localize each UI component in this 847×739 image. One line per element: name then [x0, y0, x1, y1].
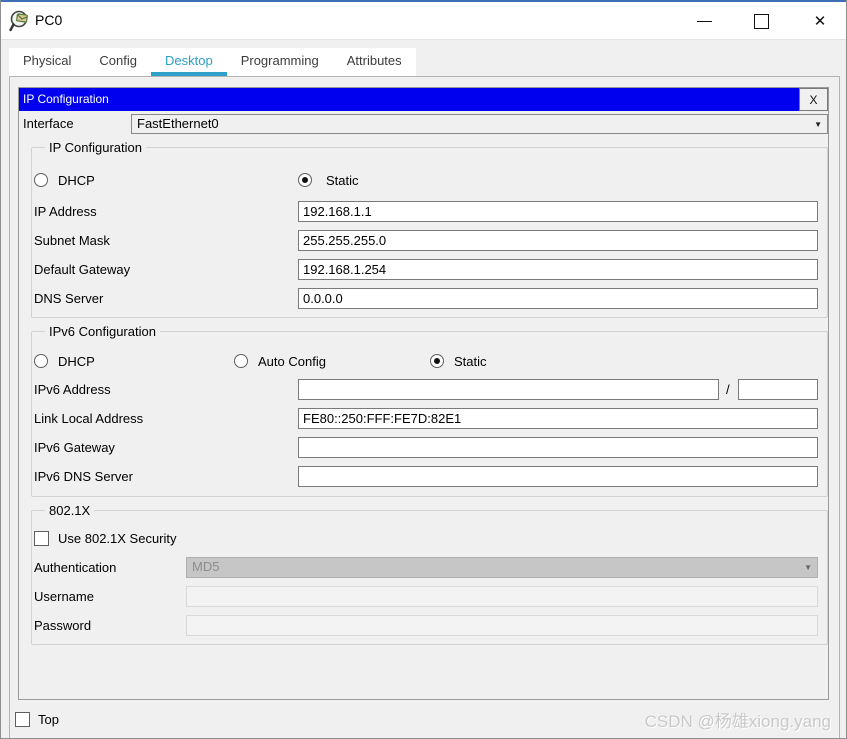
tab-config[interactable]: Config — [85, 48, 151, 76]
ipv6-prefix-input[interactable] — [738, 379, 818, 400]
default-gateway-label: Default Gateway — [34, 262, 131, 277]
use-8021x-security-label[interactable]: Use 802.1X Security — [58, 531, 177, 547]
packet-tracer-app-icon — [9, 10, 28, 32]
ipv6-address-input[interactable] — [298, 379, 719, 400]
ipv6-autoconfig-radio[interactable] — [234, 354, 248, 368]
link-local-address-input[interactable] — [298, 408, 818, 429]
password-input — [186, 615, 818, 636]
interface-dropdown[interactable]: FastEthernet0 ▼ — [131, 114, 828, 134]
password-label: Password — [34, 618, 92, 633]
authentication-label: Authentication — [34, 560, 117, 575]
dns-server-label: DNS Server — [34, 291, 104, 306]
ipv6-dhcp-radio-label[interactable]: DHCP — [58, 354, 95, 370]
close-icon: ✕ — [813, 13, 827, 30]
subnet-mask-input[interactable] — [298, 230, 818, 251]
link-local-address-label: Link Local Address — [34, 411, 144, 426]
top-checkbox[interactable] — [15, 712, 30, 727]
ipv4-group-legend: IP Configuration — [45, 140, 146, 156]
ipv6-gateway-input[interactable] — [298, 437, 818, 458]
csdn-watermark: CSDN @杨雄xiong.yang — [644, 712, 831, 731]
tab-bar: Physical Config Desktop Programming Attr… — [9, 48, 416, 76]
ipv6-static-radio-label[interactable]: Static — [454, 354, 487, 370]
ipv4-dhcp-radio-label[interactable]: DHCP — [58, 173, 95, 189]
ipv4-dhcp-radio[interactable] — [34, 173, 48, 187]
tab-physical[interactable]: Physical — [9, 48, 86, 76]
chevron-down-icon: ▼ — [814, 120, 822, 129]
titlebar: PC0 ✕ — [1, 2, 846, 40]
top-checkbox-label[interactable]: Top — [38, 712, 59, 728]
dialog-header: IP Configuration X — [19, 88, 828, 111]
ipv6-gateway-label: IPv6 Gateway — [34, 440, 115, 455]
username-label: Username — [34, 589, 94, 604]
ip-address-input[interactable] — [298, 201, 818, 222]
maximize-icon — [753, 13, 769, 29]
maximize-button[interactable] — [742, 6, 780, 36]
ipv6-autoconfig-radio-label[interactable]: Auto Config — [258, 354, 326, 370]
ipv6-dns-server-label: IPv6 DNS Server — [34, 469, 133, 484]
tab-attributes[interactable]: Attributes — [332, 48, 416, 76]
ipv6-address-label: IPv6 Address — [34, 382, 111, 397]
interface-label: Interface — [23, 116, 74, 131]
minimize-icon — [696, 20, 712, 22]
dns-server-input[interactable] — [298, 288, 818, 309]
dialog-close-button[interactable]: X — [799, 88, 828, 111]
ipv6-dns-server-input[interactable] — [298, 466, 818, 487]
close-button[interactable]: ✕ — [801, 6, 839, 36]
subnet-mask-label: Subnet Mask — [34, 233, 110, 248]
minimize-button[interactable] — [685, 6, 723, 36]
interface-dropdown-value: FastEthernet0 — [137, 116, 219, 131]
tab-programming[interactable]: Programming — [226, 48, 333, 76]
ipv6-dhcp-radio[interactable] — [34, 354, 48, 368]
packet-tracer-window: PC0 ✕ Physical Config Desktop Programmin… — [0, 0, 847, 739]
authentication-dropdown: MD5 ▼ — [186, 557, 818, 578]
chevron-down-icon: ▼ — [804, 563, 812, 572]
authentication-dropdown-value: MD5 — [192, 559, 220, 574]
default-gateway-input[interactable] — [298, 259, 818, 280]
dialog-title[interactable]: IP Configuration — [19, 88, 799, 111]
window-title: PC0 — [35, 12, 63, 28]
tab-desktop[interactable]: Desktop — [151, 48, 227, 76]
username-input — [186, 586, 818, 607]
use-8021x-security-checkbox[interactable] — [34, 531, 49, 546]
ipv6-group-legend: IPv6 Configuration — [45, 324, 160, 340]
ipv6-prefix-separator: / — [726, 382, 730, 397]
ipv4-static-radio[interactable] — [298, 173, 312, 187]
dot1x-group-legend: 802.1X — [45, 503, 95, 519]
ipv6-static-radio[interactable] — [430, 354, 444, 368]
ip-address-label: IP Address — [34, 204, 97, 219]
ipv4-static-radio-label[interactable]: Static — [326, 173, 359, 189]
